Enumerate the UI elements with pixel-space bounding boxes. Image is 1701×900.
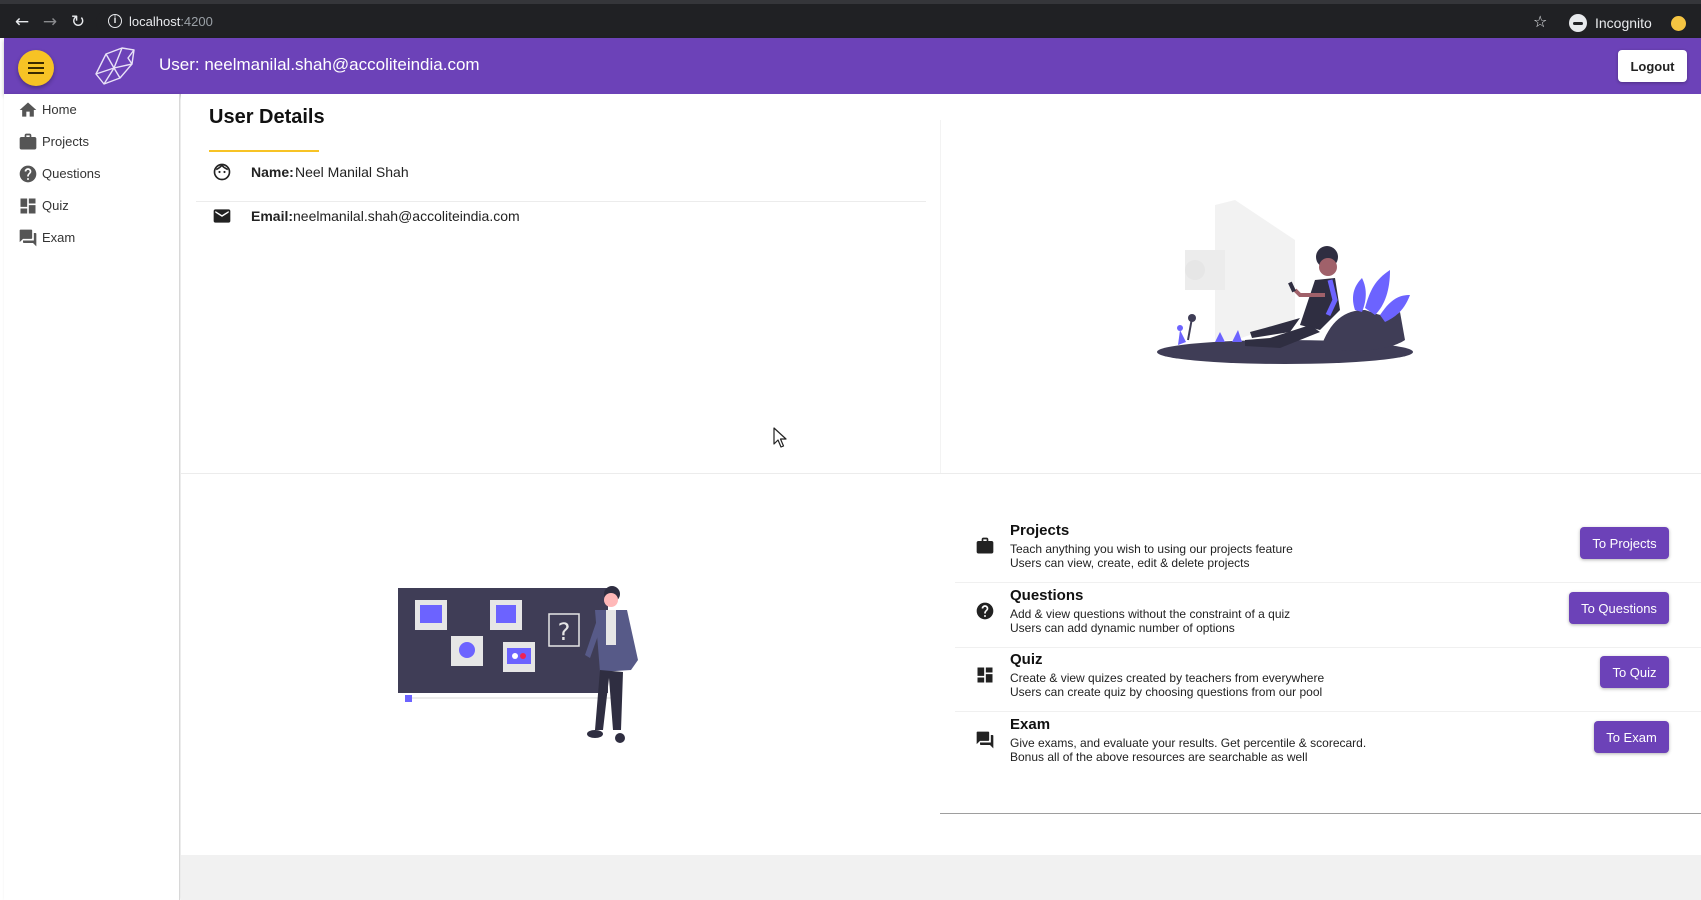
incognito-icon [1569, 14, 1587, 32]
row-divider [955, 582, 1701, 583]
url-text: localhost:4200 [129, 14, 213, 29]
column-divider [940, 120, 941, 473]
feature-title: Projects [1010, 522, 1070, 539]
briefcase-icon [19, 133, 37, 150]
feature-row-quiz: Quiz Create & view quizes created by tea… [940, 651, 1701, 715]
sidebar-item-projects[interactable]: Projects [18, 130, 168, 154]
title-underline [209, 150, 319, 152]
home-icon [19, 102, 37, 117]
briefcase-icon [976, 537, 994, 554]
feature-title: Questions [1010, 587, 1084, 604]
feature-description: Bonus all of the above resources are sea… [1010, 750, 1308, 764]
sidebar-item-label: Projects [42, 134, 89, 149]
sidebar-item-label: Questions [42, 166, 101, 181]
to-questions-button[interactable]: To Questions [1569, 592, 1669, 624]
back-arrow-icon[interactable]: ← [10, 10, 34, 34]
feature-description: Give exams, and evaluate your results. G… [1010, 736, 1367, 750]
sidebar-item-quiz[interactable]: Quiz [18, 194, 168, 218]
forward-arrow-icon[interactable]: → [38, 10, 62, 34]
email-value: neelmanilal.shah@accoliteindia.com [293, 208, 520, 224]
row-divider [955, 711, 1701, 712]
row-divider [196, 201, 926, 202]
forum-icon [19, 229, 37, 247]
to-quiz-button[interactable]: To Quiz [1600, 656, 1669, 688]
user-email-row: Email: neelmanilal.shah@accoliteindia.co… [209, 204, 909, 228]
feature-description: Teach anything you wish to using our pro… [1010, 542, 1293, 556]
email-label: Email: [251, 208, 294, 224]
name-label: Name: [251, 164, 294, 180]
sidebar-item-label: Quiz [42, 198, 69, 213]
feature-row-questions: Questions Add & view questions without t… [940, 587, 1701, 651]
to-exam-button[interactable]: To Exam [1594, 721, 1669, 753]
header-user-label: User: neelmanilal.shah@accoliteindia.com [159, 55, 480, 74]
feature-description: Create & view quizes created by teachers… [1010, 671, 1325, 685]
incognito-label: Incognito [1595, 15, 1652, 31]
dashboard-icon [977, 667, 993, 683]
sidebar-item-questions[interactable]: Questions [18, 162, 168, 186]
menu-toggle-button[interactable] [18, 50, 54, 86]
feature-description: Add & view questions without the constra… [1010, 607, 1291, 621]
mouse-cursor-icon [773, 427, 787, 448]
logout-button[interactable]: Logout [1618, 50, 1687, 82]
sidebar-item-label: Exam [42, 230, 76, 245]
browser-toolbar: ← → ↻ i localhost:4200 ☆ Incognito [0, 0, 1701, 38]
reading-woman-illustration [1157, 200, 1413, 364]
to-projects-button[interactable]: To Projects [1580, 527, 1669, 559]
feature-description: Users can add dynamic number of options [1010, 621, 1235, 635]
sidebar: Home Projects Questions Quiz Exam [4, 94, 180, 900]
sidebar-item-home[interactable]: Home [18, 98, 168, 122]
footer-strip [181, 855, 1701, 900]
mail-icon [213, 209, 231, 223]
feature-description: Users can view, create, edit & delete pr… [1010, 556, 1250, 570]
feature-row-projects: Projects Teach anything you wish to usin… [940, 522, 1701, 586]
feature-description: Users can create quiz by choosing questi… [1010, 685, 1323, 699]
svg-text:?: ? [558, 618, 571, 646]
user-name-row: Name: Neel Manilal Shah [209, 160, 909, 184]
feature-title: Quiz [1010, 651, 1043, 668]
name-value: Neel Manilal Shah [295, 164, 409, 180]
feature-title: Exam [1010, 716, 1051, 733]
forum-icon [976, 731, 994, 749]
help-circle-icon [19, 165, 37, 183]
help-circle-icon [976, 602, 994, 620]
face-icon [213, 163, 231, 181]
row-divider [955, 647, 1701, 648]
sidebar-item-exam[interactable]: Exam [18, 226, 168, 250]
bookmark-star-icon[interactable]: ☆ [1533, 12, 1547, 32]
features-card: Projects Teach anything you wish to usin… [940, 494, 1701, 814]
feature-row-exam: Exam Give exams, and evaluate your resul… [940, 716, 1701, 780]
reload-icon[interactable]: ↻ [66, 10, 90, 34]
section-divider [181, 473, 1701, 474]
question-board-illustration: ? [398, 586, 638, 743]
profile-avatar[interactable] [1671, 16, 1686, 31]
app-logo [95, 47, 135, 85]
dashboard-icon [20, 198, 36, 214]
sidebar-item-label: Home [42, 102, 77, 117]
page-title: User Details [209, 106, 325, 128]
site-info-icon[interactable]: i [108, 14, 122, 28]
address-bar[interactable]: i localhost:4200 [96, 9, 1546, 35]
app-header: User: neelmanilal.shah@accoliteindia.com… [4, 38, 1701, 94]
